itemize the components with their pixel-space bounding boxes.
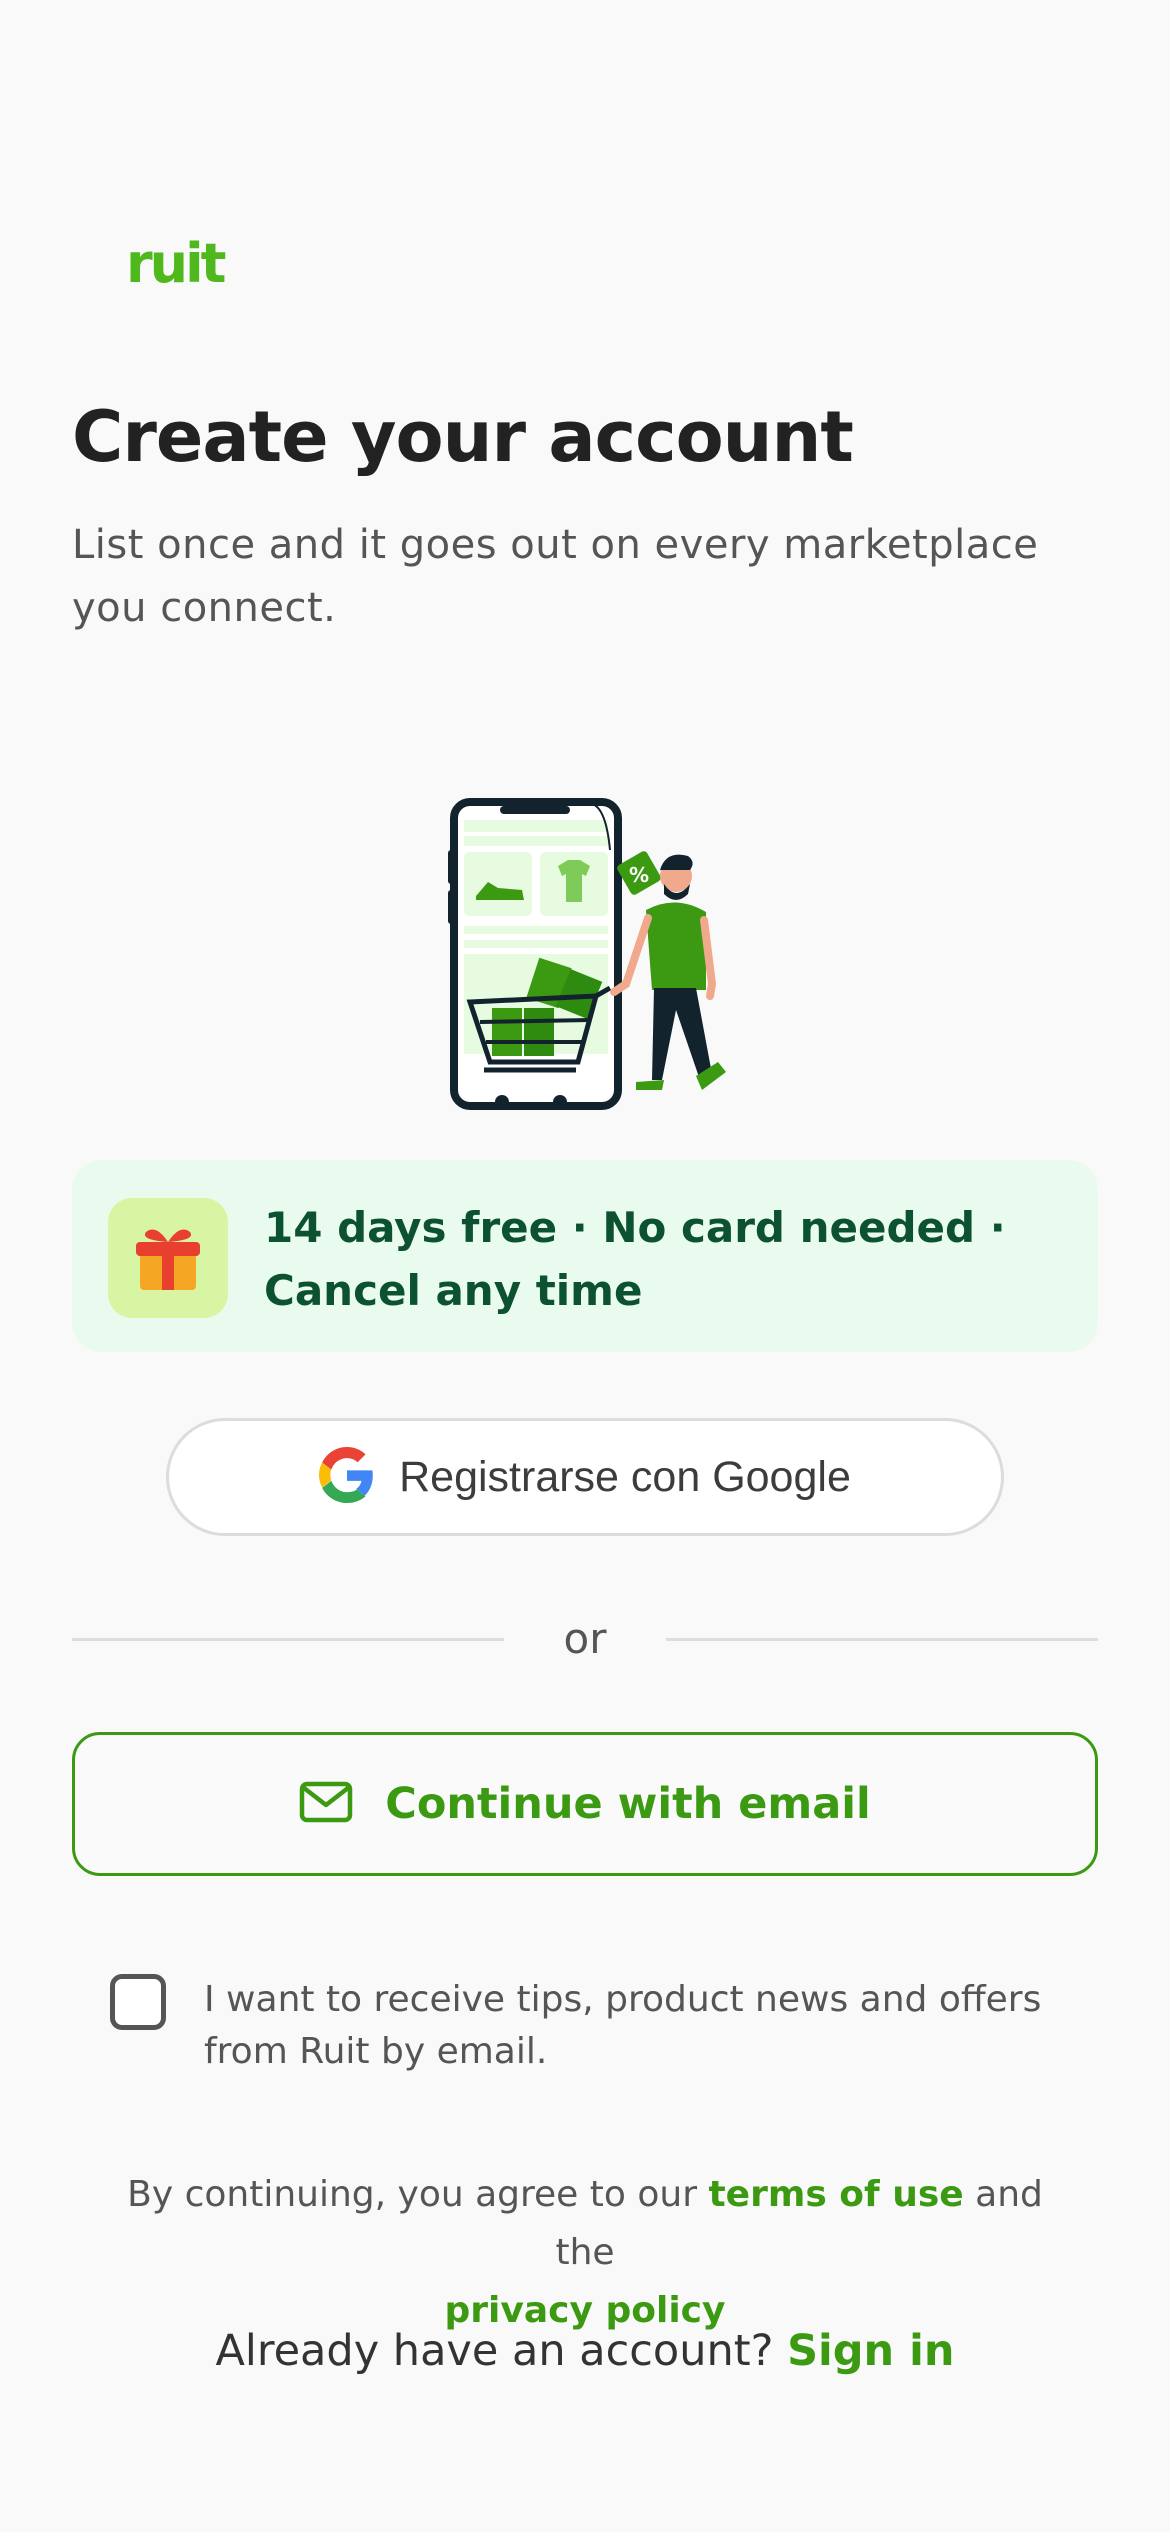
legal-notice: By continuing, you agree to our terms of…: [100, 2166, 1070, 2340]
divider-or-text: or: [563, 1614, 607, 1663]
google-signup-button[interactable]: Registrarse con Google: [166, 1418, 1004, 1536]
newsletter-checkbox-label[interactable]: I want to receive tips, product news and…: [204, 1974, 1084, 2078]
terms-of-use-link[interactable]: terms of use: [708, 2174, 963, 2215]
continue-with-email-label: Continue with email: [385, 1779, 871, 1829]
google-icon: [319, 1447, 375, 1507]
google-signup-label: Registrarse con Google: [399, 1452, 851, 1501]
legal-prefix: By continuing, you agree to our: [127, 2174, 709, 2215]
shopping-illustration: %: [440, 790, 740, 1120]
signin-prompt-text: Already have an account?: [215, 2326, 788, 2376]
page-title: Create your account: [72, 396, 854, 478]
discount-badge: %: [629, 863, 649, 887]
divider-line-right: [666, 1638, 1098, 1641]
ruit-logo: ruit: [126, 232, 226, 295]
newsletter-checkbox[interactable]: [110, 1974, 166, 2030]
mail-icon: [299, 1781, 353, 1827]
sign-in-link[interactable]: Sign in: [787, 2326, 954, 2376]
divider-line-left: [72, 1638, 504, 1641]
privacy-policy-link[interactable]: privacy policy: [445, 2290, 726, 2331]
continue-with-email-button[interactable]: Continue with email: [72, 1732, 1098, 1876]
trial-promo-banner: 14 days free · No card needed · Cancel a…: [72, 1160, 1098, 1352]
page-subtitle: List once and it goes out on every marke…: [72, 522, 1039, 631]
signin-prompt: Already have an account? Sign in: [0, 2326, 1170, 2376]
gift-icon: [108, 1198, 228, 1318]
trial-promo-text: 14 days free · No card needed · Cancel a…: [264, 1203, 1006, 1315]
signup-page: ruit Create your account List once and i…: [0, 0, 1170, 2532]
